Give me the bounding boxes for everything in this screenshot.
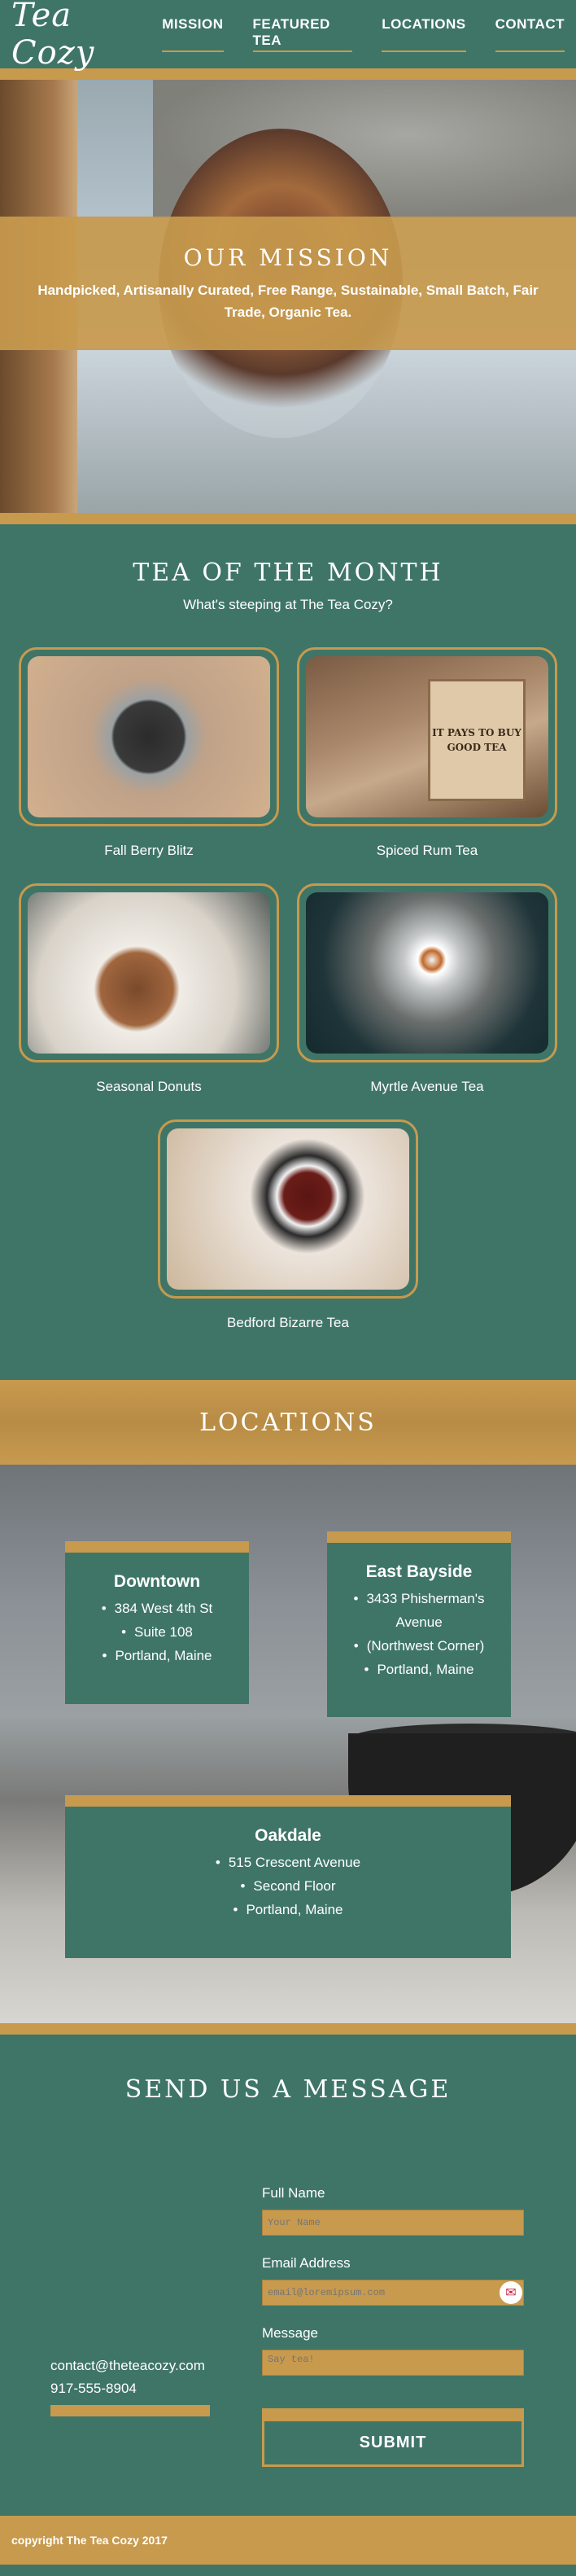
address-line: Second Floor (76, 1874, 500, 1898)
email-label: Email Address (262, 2255, 351, 2271)
location-card: Oakdale 515 Crescent Avenue Second Floor… (65, 1795, 511, 1958)
section-subtitle: What's steeping at The Tea Cozy? (183, 597, 393, 612)
tea-image (167, 1128, 409, 1290)
location-name: East Bayside (365, 1562, 473, 1581)
tea-image-frame (158, 1119, 418, 1299)
address-line: Suite 108 (76, 1620, 238, 1644)
decorative-bar (50, 2405, 210, 2416)
site-header: Tea Cozy MISSION FEATURED TEA LOCATIONS … (0, 0, 576, 72)
section-title: LOCATIONS (199, 1408, 377, 1437)
tea-image-frame (19, 883, 279, 1062)
tea-box-sign: IT PAYS TO BUY GOOD TEA (428, 679, 526, 801)
message-input[interactable] (262, 2350, 524, 2376)
nav-contact[interactable]: CONTACT (495, 16, 565, 52)
address-line: Portland, Maine (76, 1898, 500, 1921)
contact-info: contact@theteacozy.com 917-555-8904 (0, 2185, 262, 2467)
contact-form: Full Name Email Address ✉ Message SUBMIT (262, 2185, 524, 2467)
message-label: Message (262, 2325, 318, 2341)
mission-title: OUR MISSION (183, 243, 393, 271)
address-line: 515 Crescent Avenue (76, 1851, 500, 1874)
divider-bar (0, 2023, 576, 2035)
location-address: 384 West 4th St Suite 108 Portland, Main… (76, 1597, 238, 1667)
address-line: (Northwest Corner) (338, 1634, 500, 1658)
tea-card[interactable]: Myrtle Avenue Tea (290, 883, 564, 1095)
email-field-wrapper: ✉ (262, 2280, 524, 2306)
contact-section: SEND US A MESSAGE contact@theteacozy.com… (0, 2035, 576, 2516)
copyright-text: copyright The Tea Cozy 2017 (11, 2534, 168, 2547)
address-line: 3433 Phisherman's Avenue (338, 1587, 500, 1634)
section-title: SEND US A MESSAGE (124, 2075, 452, 2104)
name-label: Full Name (262, 2185, 325, 2201)
address-line: Portland, Maine (76, 1644, 238, 1667)
tea-image: IT PAYS TO BUY GOOD TEA (306, 656, 548, 817)
location-card: East Bayside 3433 Phisherman's Avenue (N… (327, 1531, 511, 1717)
tea-name: Fall Berry Blitz (104, 843, 194, 858)
locations-section: Downtown 384 West 4th St Suite 108 Portl… (0, 1465, 576, 2023)
nav-featured-tea[interactable]: FEATURED TEA (252, 16, 353, 52)
tea-image-frame (19, 647, 279, 826)
location-name: Downtown (113, 1572, 201, 1591)
address-line: Portland, Maine (338, 1658, 500, 1681)
mission-section: OUR MISSION Handpicked, Artisanally Cura… (0, 80, 576, 513)
location-card: Downtown 384 West 4th St Suite 108 Portl… (65, 1541, 249, 1704)
contact-email[interactable]: contact@theteacozy.com (50, 2355, 262, 2377)
section-title: TEA OF THE MONTH (133, 559, 443, 587)
tea-name: Myrtle Avenue Tea (370, 1079, 484, 1094)
tea-image (306, 892, 548, 1054)
address-line: 384 West 4th St (76, 1597, 238, 1620)
locations-banner: LOCATIONS (0, 1380, 576, 1465)
tea-card[interactable]: Fall Berry Blitz (12, 647, 286, 859)
tea-of-the-month-section: TEA OF THE MONTH What's steeping at The … (0, 524, 576, 1380)
mission-banner: OUR MISSION Handpicked, Artisanally Cura… (0, 217, 576, 350)
tea-image (28, 656, 270, 817)
tea-name: Spiced Rum Tea (376, 843, 478, 858)
tea-image-frame: IT PAYS TO BUY GOOD TEA (297, 647, 557, 826)
tea-grid: Fall Berry Blitz IT PAYS TO BUY GOOD TEA… (0, 647, 576, 1356)
tea-name: Bedford Bizarre Tea (227, 1315, 349, 1330)
tea-image-frame (297, 883, 557, 1062)
name-input[interactable] (262, 2210, 524, 2236)
email-input[interactable] (262, 2280, 524, 2306)
contact-phone[interactable]: 917-555-8904 (50, 2377, 262, 2400)
location-address: 3433 Phisherman's Avenue (Northwest Corn… (338, 1587, 500, 1681)
mail-icon[interactable]: ✉ (500, 2281, 522, 2304)
logo[interactable]: Tea Cozy (11, 0, 162, 72)
submit-button[interactable]: SUBMIT (262, 2408, 524, 2467)
location-name: Oakdale (255, 1826, 321, 1845)
tea-card[interactable]: IT PAYS TO BUY GOOD TEA Spiced Rum Tea (290, 647, 564, 859)
mission-text: Handpicked, Artisanally Curated, Free Ra… (37, 282, 539, 320)
tea-card[interactable]: Seasonal Donuts (12, 883, 286, 1095)
nav-locations[interactable]: LOCATIONS (382, 16, 466, 52)
site-footer: copyright The Tea Cozy 2017 (0, 2516, 576, 2565)
tea-name: Seasonal Donuts (96, 1079, 202, 1094)
divider-bar (0, 513, 576, 524)
tea-image (28, 892, 270, 1054)
contact-body: contact@theteacozy.com 917-555-8904 Full… (0, 2185, 576, 2467)
main-nav: MISSION FEATURED TEA LOCATIONS CONTACT (162, 16, 565, 52)
tea-card[interactable]: Bedford Bizarre Tea (151, 1119, 425, 1331)
nav-mission[interactable]: MISSION (162, 16, 224, 52)
location-address: 515 Crescent Avenue Second Floor Portlan… (76, 1851, 500, 1921)
